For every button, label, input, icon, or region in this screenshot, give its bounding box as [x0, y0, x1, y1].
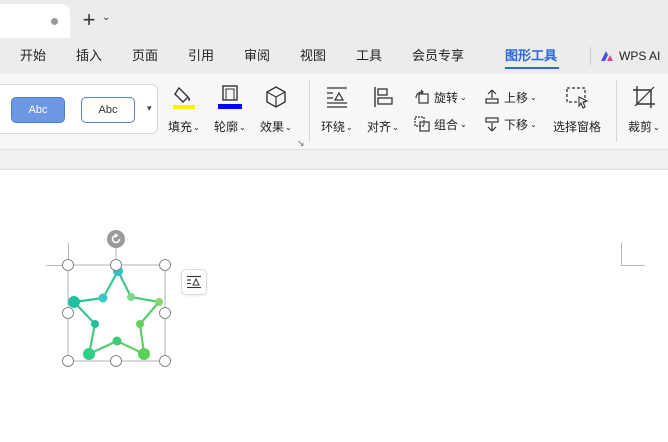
- rotate-icon: [415, 89, 429, 104]
- bring-forward-label: 上移: [504, 90, 529, 105]
- tab-references[interactable]: 引用: [188, 47, 214, 65]
- resize-handle-top-right[interactable]: [159, 259, 171, 271]
- new-tab-button[interactable]: +: [80, 9, 98, 31]
- send-backward-button[interactable]: 下移 ⌄: [484, 114, 537, 134]
- star-vertex: [136, 320, 144, 328]
- selection-pane-label: 选择窗格: [553, 120, 602, 134]
- wps-ai-button[interactable]: WPS AI: [600, 46, 660, 66]
- star-vertex: [112, 336, 122, 346]
- text-wrap-icon: [326, 87, 347, 108]
- group-chevron-icon: ⌄: [460, 119, 467, 129]
- effect-button[interactable]: 效果⌄: [260, 84, 292, 135]
- tab-insert[interactable]: 插入: [76, 47, 102, 65]
- tab-tools[interactable]: 工具: [356, 47, 382, 65]
- outline-label: 轮廓: [214, 120, 239, 134]
- tab-shape-tools[interactable]: 图形工具: [505, 47, 557, 65]
- group-label: 组合: [434, 117, 459, 132]
- resize-handle-right[interactable]: [159, 307, 171, 319]
- bring-forward-chevron-icon: ⌄: [530, 92, 537, 102]
- resize-handle-bottom-right[interactable]: [159, 355, 171, 367]
- send-backward-chevron-icon: ⌄: [530, 119, 537, 129]
- tab-view[interactable]: 视图: [300, 47, 326, 65]
- star-vertex: [98, 293, 108, 303]
- fill-chevron-icon: ⌄: [193, 123, 200, 133]
- selection-pane-button[interactable]: 选择窗格: [553, 84, 601, 135]
- tab-page[interactable]: 页面: [132, 47, 158, 65]
- send-backward-label: 下移: [504, 117, 529, 132]
- cube-effect-icon: [266, 86, 286, 108]
- star-vertex: [68, 296, 80, 308]
- unsaved-dot-icon: [51, 18, 58, 25]
- star-vertex: [83, 348, 95, 360]
- tab-home[interactable]: 开始: [20, 47, 46, 65]
- wrap-chevron-icon: ⌄: [346, 123, 353, 133]
- bring-forward-button[interactable]: 上移 ⌄: [484, 87, 537, 107]
- active-tab-indicator: [505, 67, 559, 69]
- group-icon: [414, 116, 430, 132]
- wrap-button[interactable]: 环绕⌄: [321, 84, 353, 135]
- selection-pane-icon: [566, 87, 589, 109]
- resize-handle-bottom[interactable]: [110, 355, 122, 367]
- new-tab-menu-chevron-icon[interactable]: ⌄: [102, 12, 114, 28]
- ribbon-divider: [309, 80, 310, 142]
- ribbon-divider: [616, 80, 617, 142]
- document-tab[interactable]: [0, 4, 70, 38]
- page-margin-marker: [621, 243, 622, 265]
- crop-icon: [632, 86, 655, 108]
- fill-bucket-icon: [172, 86, 195, 109]
- effect-label: 效果: [260, 120, 285, 134]
- fill-button[interactable]: 填充⌄: [168, 84, 200, 135]
- align-chevron-icon: ⌄: [392, 123, 399, 133]
- menu-divider: [590, 47, 591, 65]
- menu-bar: 开始 插入 页面 引用 审阅 视图 工具 会员专享 图形工具: [0, 40, 668, 74]
- text-wrap-icon: [187, 275, 201, 289]
- rotate-chevron-icon: ⌄: [460, 92, 467, 102]
- group-button[interactable]: 组合 ⌄: [414, 114, 467, 134]
- page-margin-marker: [621, 265, 645, 266]
- bring-forward-icon: [485, 89, 499, 104]
- star-vertex: [91, 320, 99, 328]
- rotate-button[interactable]: 旋转 ⌄: [414, 87, 467, 107]
- rotate-label: 旋转: [434, 90, 459, 105]
- shape-style-outline[interactable]: Abc: [81, 97, 135, 123]
- star-vertex: [138, 348, 150, 360]
- effect-chevron-icon: ⌄: [285, 123, 292, 133]
- tab-member[interactable]: 会员专享: [412, 47, 464, 65]
- rotate-arrow-icon: [111, 233, 121, 244]
- resize-handle-top-left[interactable]: [62, 259, 74, 271]
- send-backward-icon: [485, 117, 499, 132]
- tab-review[interactable]: 审阅: [244, 47, 270, 65]
- align-left-icon: [374, 87, 393, 107]
- wrap-label: 环绕: [321, 120, 346, 134]
- crop-chevron-icon: ⌄: [653, 123, 660, 133]
- outline-chevron-icon: ⌄: [239, 123, 246, 133]
- align-label: 对齐: [367, 120, 392, 134]
- wps-ai-label: WPS AI: [619, 49, 661, 63]
- rotate-handle[interactable]: [107, 230, 125, 248]
- star-vertex: [127, 293, 135, 301]
- align-button[interactable]: 对齐⌄: [367, 84, 399, 135]
- resize-handle-top[interactable]: [110, 259, 122, 271]
- ribbon-bottom-strip: [0, 150, 668, 170]
- fill-label: 填充: [168, 120, 193, 134]
- resize-handle-bottom-left[interactable]: [62, 355, 74, 367]
- resize-handle-left[interactable]: [62, 307, 74, 319]
- shape-style-filled[interactable]: Abc: [11, 97, 65, 123]
- title-bar: + ⌄: [0, 0, 668, 40]
- layout-options-button[interactable]: [181, 269, 207, 295]
- wps-ai-icon: [601, 51, 613, 61]
- outline-button[interactable]: 轮廓⌄: [214, 84, 246, 135]
- crop-label: 裁剪: [628, 120, 653, 134]
- gallery-more-chevron-icon[interactable]: ▾: [147, 101, 157, 115]
- crop-button[interactable]: 裁剪⌄: [628, 84, 660, 135]
- dialog-launcher-icon[interactable]: ↘: [297, 138, 305, 149]
- star-vertex: [155, 298, 163, 306]
- outline-pen-icon: [217, 85, 242, 109]
